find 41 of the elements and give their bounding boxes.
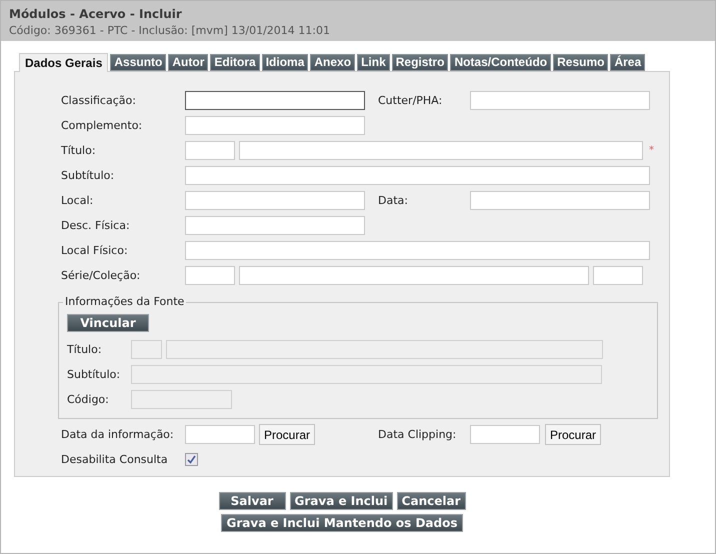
tab[interactable]: Assunto: [110, 54, 166, 71]
tab[interactable]: Editora: [210, 54, 260, 71]
action-button[interactable]: Grava e Inclui: [290, 492, 393, 510]
field-label: Subtítulo:: [67, 368, 122, 381]
field-label: Data:: [378, 194, 409, 207]
date-field[interactable]: [470, 425, 540, 444]
search-button[interactable]: Procurar: [545, 424, 601, 445]
tab[interactable]: Autor: [168, 54, 208, 71]
tab[interactable]: Dados Gerais: [19, 53, 108, 72]
field-label: Desc. Física:: [61, 219, 131, 232]
group-legend: Informações da Fonte: [63, 295, 186, 308]
action-button[interactable]: Grava e Inclui Mantendo os Dados: [221, 514, 463, 532]
field-label: Série/Coleção:: [61, 269, 142, 282]
field-label: Data da informação:: [61, 428, 175, 441]
search-button[interactable]: Procurar: [259, 424, 315, 445]
input-field[interactable]: [185, 91, 365, 110]
field-label: Complemento:: [61, 119, 144, 132]
tab[interactable]: Anexo: [310, 54, 356, 71]
tab[interactable]: Link: [357, 54, 390, 71]
field-label: Código:: [67, 393, 110, 406]
tab[interactable]: Área: [610, 54, 646, 71]
tab[interactable]: Registro: [392, 54, 448, 71]
required-mark: *: [649, 145, 654, 156]
field-label: Classificação:: [61, 94, 137, 107]
field-label: Subtítulo:: [61, 169, 116, 182]
checkbox[interactable]: [185, 453, 198, 466]
record-info: Código: 369361 - PTC - Inclusão: [mvm] 13/01/2014 11:01: [9, 24, 331, 37]
field-label: Título:: [61, 144, 97, 157]
field-label: Cutter/PHA:: [378, 94, 444, 107]
date-field[interactable]: [185, 425, 255, 444]
field-label: Desabilita Consulta: [61, 453, 169, 466]
field-label: Local:: [61, 194, 94, 207]
tab[interactable]: Resumo: [553, 54, 608, 71]
action-button[interactable]: Cancelar: [396, 492, 466, 510]
page-title: Módulos - Acervo - Incluir: [9, 7, 183, 21]
tab[interactable]: Notas/Conteúdo: [450, 54, 552, 71]
field-label: Data Clipping:: [378, 428, 458, 441]
tab[interactable]: Idioma: [262, 54, 308, 71]
action-button[interactable]: Salvar: [218, 492, 286, 510]
field-label: Título:: [67, 343, 103, 356]
field-label: Local Físico:: [61, 244, 129, 257]
